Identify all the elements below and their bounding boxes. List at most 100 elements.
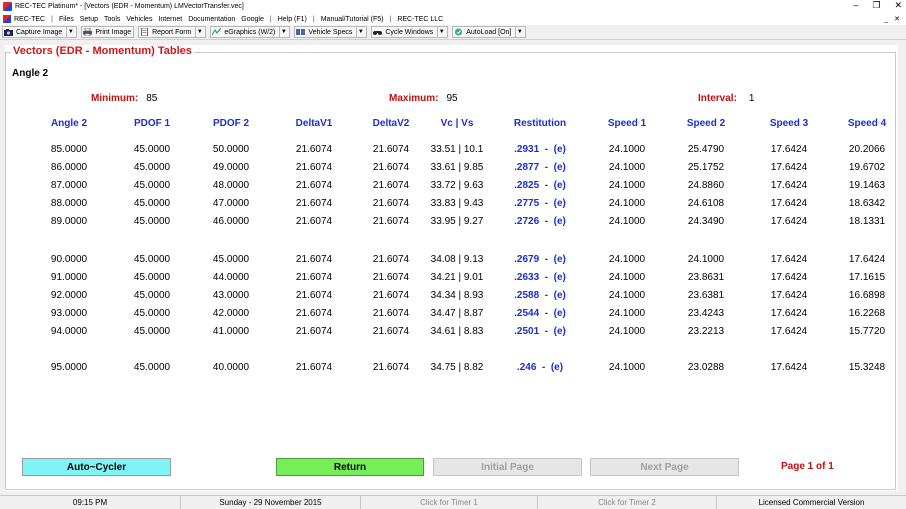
document-icon xyxy=(141,28,148,36)
vehicle-specs-button[interactable]: Vehicle Specs ▼ xyxy=(294,26,368,38)
table-cell: .2726 - (e) xyxy=(514,216,566,227)
table-cell: 45.0000 xyxy=(133,272,171,283)
table-cell: 23.8631 xyxy=(687,272,725,283)
menu-separator: | xyxy=(312,15,315,23)
table-cell: 24.8860 xyxy=(687,180,725,191)
table-cell: 17.6424 xyxy=(770,144,808,155)
menu-separator: | xyxy=(389,15,392,23)
table-cell: 86.0000 xyxy=(50,162,88,173)
menu-help[interactable]: Help (F1) xyxy=(275,16,310,23)
table-cell: 34.47 | 8.87 xyxy=(430,308,484,319)
return-button[interactable]: Return xyxy=(276,458,424,476)
table-cell: 33.72 | 9.63 xyxy=(430,180,484,191)
camera-icon xyxy=(4,29,13,36)
maximum-label: Maximum: xyxy=(389,93,439,104)
table-cell: 93.0000 xyxy=(50,308,88,319)
table-cell: 25.4790 xyxy=(687,144,725,155)
menu-setup[interactable]: Setup xyxy=(77,16,101,23)
menu-google[interactable]: Google xyxy=(238,16,267,23)
table-cell: 24.1000 xyxy=(608,254,646,265)
table-cell: 17.1615 xyxy=(848,272,886,283)
table-cell: 41.0000 xyxy=(212,326,250,337)
table-cell: 85.0000 xyxy=(50,144,88,155)
maximize-button[interactable]: ❐ xyxy=(872,0,880,11)
report-form-button[interactable]: Report Form ▼ xyxy=(138,26,207,38)
menu-tools[interactable]: Tools xyxy=(101,16,123,23)
cycle-windows-button[interactable]: Cycle Windows ▼ xyxy=(371,26,449,38)
minimum-value: 85 xyxy=(146,93,158,104)
table-cell: 42.0000 xyxy=(212,308,250,319)
chevron-down-icon[interactable]: ▼ xyxy=(437,27,445,37)
table-cell: 17.6424 xyxy=(770,290,808,301)
table-cell: 21.6074 xyxy=(295,198,333,209)
table-cell: 33.95 | 9.27 xyxy=(430,216,484,227)
table-cell: 45.0000 xyxy=(133,326,171,337)
header-deltav1: DeltaV1 xyxy=(295,118,333,129)
menu-internet[interactable]: Internet xyxy=(155,16,185,23)
header-pdof-1: PDOF 1 xyxy=(133,118,171,129)
chevron-down-icon[interactable]: ▼ xyxy=(356,27,364,37)
status-date: Sunday - 29 November 2015 xyxy=(181,496,361,509)
next-page-button[interactable]: Next Page xyxy=(590,458,739,476)
timer-2-button[interactable]: Click for Timer 2 xyxy=(538,496,717,509)
minimize-button[interactable]: – xyxy=(853,0,858,11)
header-vc-vs: Vc | Vs xyxy=(440,118,474,129)
chevron-down-icon[interactable]: ▼ xyxy=(515,27,523,37)
header-speed-2: Speed 2 xyxy=(686,118,726,129)
menu-manual[interactable]: Manual/Tutorial (F5) xyxy=(318,16,387,23)
table-cell: 24.1000 xyxy=(608,308,646,319)
table-cell: 24.1000 xyxy=(608,144,646,155)
table-cell: .2588 - (e) xyxy=(514,290,566,301)
table-cell: 45.0000 xyxy=(133,362,171,373)
minimum-field: Minimum: 85 xyxy=(91,93,157,104)
interval-label: Interval: xyxy=(698,93,737,104)
report-form-label: Report Form xyxy=(152,28,192,36)
table-cell: .2931 - (e) xyxy=(514,144,566,155)
menu-rectec[interactable]: REC-TEC xyxy=(11,16,48,23)
initial-page-button[interactable]: Initial Page xyxy=(433,458,582,476)
table-cell: 91.0000 xyxy=(50,272,88,283)
table-cell: .2544 - (e) xyxy=(514,308,566,319)
table-cell: 24.1000 xyxy=(608,272,646,283)
autoload-label: AutoLoad [On] xyxy=(466,28,512,36)
chevron-down-icon[interactable]: ▼ xyxy=(279,27,287,37)
table-cell: 94.0000 xyxy=(50,326,88,337)
table-cell: 21.6074 xyxy=(295,362,333,373)
table-cell: 19.6702 xyxy=(848,162,886,173)
table-cell: 87.0000 xyxy=(50,180,88,191)
close-button[interactable]: ✕ xyxy=(894,0,902,11)
table-cell: 49.0000 xyxy=(212,162,250,173)
chevron-down-icon[interactable]: ▼ xyxy=(66,27,74,37)
table-cell: 47.0000 xyxy=(212,198,250,209)
table-cell: 24.1000 xyxy=(687,254,725,265)
table-cell: 15.3248 xyxy=(848,362,886,373)
specs-icon xyxy=(296,29,306,35)
table-cell: .2501 - (e) xyxy=(514,326,566,337)
menu-files[interactable]: Files xyxy=(56,16,77,23)
egraphics-label: eGraphics (W/2) xyxy=(224,28,276,36)
auto-cycler-button[interactable]: Auto~Cycler xyxy=(22,458,171,476)
autoload-icon xyxy=(455,28,463,36)
menu-documentation[interactable]: Documentation xyxy=(185,16,238,23)
menu-vehicles[interactable]: Vehicles xyxy=(123,16,155,23)
table-cell: 50.0000 xyxy=(212,144,250,155)
table-cell: .2679 - (e) xyxy=(514,254,566,265)
table-cell: 24.1000 xyxy=(608,162,646,173)
table-cell: 17.6424 xyxy=(770,216,808,227)
chevron-down-icon[interactable]: ▼ xyxy=(195,27,203,37)
capture-image-button[interactable]: Capture Image ▼ xyxy=(2,26,78,38)
table-cell: 20.2066 xyxy=(848,144,886,155)
autoload-button[interactable]: AutoLoad [On] ▼ xyxy=(452,26,527,38)
table-cell: 44.0000 xyxy=(212,272,250,283)
graphics-icon xyxy=(212,28,222,36)
table-cell: 24.1000 xyxy=(608,216,646,227)
menu-rectec-llc[interactable]: REC-TEC LLC xyxy=(394,16,446,23)
timer-1-button[interactable]: Click for Timer 1 xyxy=(361,496,538,509)
mdi-controls[interactable]: _ ✕ xyxy=(884,15,902,23)
table-cell: 92.0000 xyxy=(50,290,88,301)
table-cell: 24.6108 xyxy=(687,198,725,209)
table-cell: 45.0000 xyxy=(133,180,171,191)
print-image-button[interactable]: Print Image xyxy=(81,26,135,38)
menu-separator: | xyxy=(51,15,53,23)
egraphics-button[interactable]: eGraphics (W/2) ▼ xyxy=(210,26,291,38)
